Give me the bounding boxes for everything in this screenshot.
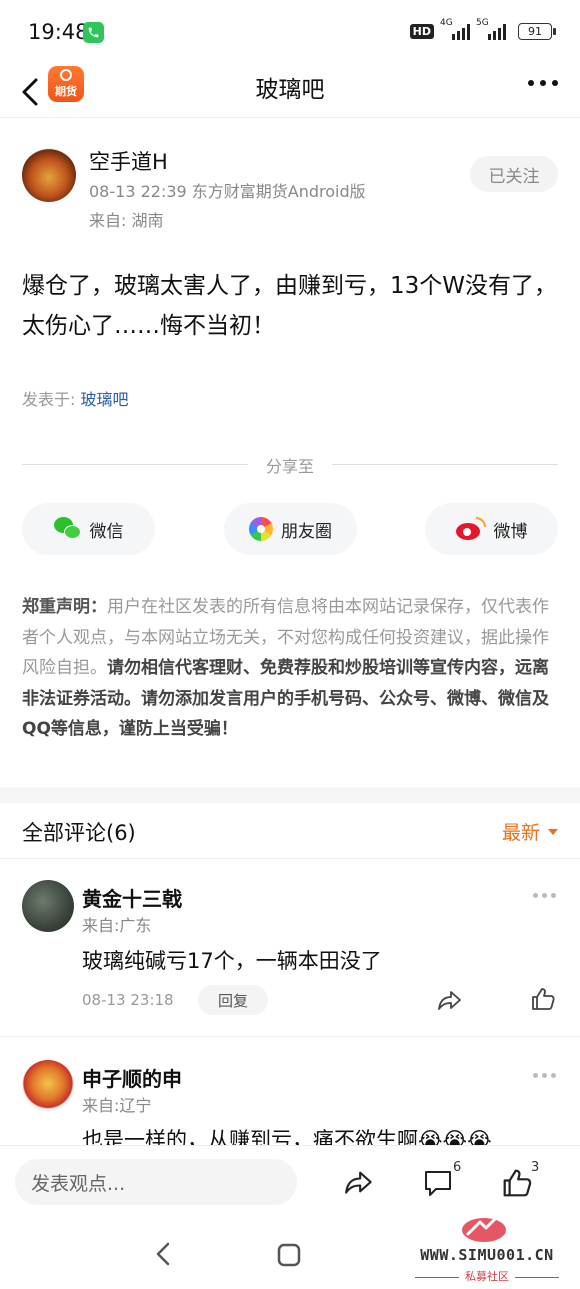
post-meta: 08-13 22:39 东方财富期货Android版 [89,182,366,201]
system-home-icon[interactable] [277,1243,301,1267]
disclaimer: 郑重声明：用户在社区发表的所有信息将由本网站记录保存，仅代表作者个人观点，与本网… [22,592,560,745]
disclaimer-label: 郑重声明： [22,597,107,617]
wechat-icon [53,517,82,541]
post-origin-prefix: 发表于: [22,390,81,409]
forum-link[interactable]: 玻璃吧 [80,390,128,409]
author-avatar[interactable] [22,148,76,202]
system-back-icon[interactable] [153,1241,175,1267]
share-moments-button[interactable]: 朋友圈 [224,503,357,555]
share-divider: 分享至 [22,453,558,476]
moments-icon [249,517,273,541]
commenter-name[interactable]: 申子顺的申 [82,1063,182,1092]
post-origin: 发表于: 玻璃吧 [22,386,129,410]
comment-time: 08-13 23:18 [82,991,174,1009]
comment-icon[interactable] [423,1168,453,1198]
author-name[interactable]: 空手道H [89,146,168,176]
like-count-badge: 3 [531,1160,540,1175]
sort-label: 最新 [501,822,540,844]
comment-more-icon[interactable] [533,893,556,898]
status-indicators: HD 4G 5G 91 [409,18,556,40]
share-weibo-label: 微博 [493,521,528,542]
share-wechat-button[interactable]: 微信 [22,503,155,555]
caret-down-icon [548,828,558,835]
share-icon[interactable] [343,1168,375,1196]
share-wechat-label: 微信 [89,521,124,542]
comment-more-icon[interactable] [533,1073,556,1078]
comment-input[interactable]: 发表观点... [15,1159,297,1205]
like-icon[interactable] [501,1167,533,1199]
comment-count-badge: 6 [453,1160,462,1175]
reply-button[interactable]: 回复 [198,985,268,1015]
weibo-icon [455,517,486,541]
signal-5g-icon: 5G [476,18,506,40]
section-gap [0,787,580,803]
comment-divider [0,1036,580,1037]
comment-like-icon[interactable] [530,986,556,1012]
battery-level: 91 [528,24,542,38]
commenter-location: 来自:辽宁 [82,1096,152,1115]
status-time: 19:48 [28,20,89,44]
post-author: 空手道H 08-13 22:39 东方财富期货Android版 来自: 湖南 已… [22,146,558,236]
post-content: 爆仓了，玻璃太害人了，由赚到亏，13个W没有了，太伤心了……悔不当初！ [22,273,558,339]
nav-bar: 期货 玻璃吧 [0,64,580,118]
signal-4g-icon: 4G [440,18,470,40]
phone-call-icon [83,22,104,43]
commenter-name[interactable]: 黄金十三戟 [82,883,182,912]
status-bar: 19:48 HD 4G 5G 91 [0,0,580,64]
commenter-avatar[interactable] [22,1060,74,1112]
watermark-subtitle: 私募社区 [402,1268,572,1284]
commenter-avatar[interactable] [22,880,74,932]
watermark-logo-icon [462,1210,506,1242]
commenter-location: 来自:广东 [82,916,152,935]
share-weibo-button[interactable]: 微博 [425,503,558,555]
share-moments-label: 朋友圈 [281,521,332,542]
follow-button[interactable]: 已关注 [470,156,558,192]
comments-title: 全部评论(6) [22,821,136,845]
comments-header: 全部评论(6) 最新 [0,803,580,859]
comment-share-icon[interactable] [437,988,463,1012]
page-title: 玻璃吧 [255,77,325,103]
author-location: 来自: 湖南 [89,211,164,230]
watermark-text: WWW.SIMU001.CN [420,1246,554,1264]
battery-icon: 91 [518,22,556,40]
share-label: 分享至 [265,457,314,476]
site-watermark: WWW.SIMU001.CN 私募社区 [402,1206,572,1286]
hd-badge: HD [409,23,434,39]
sort-dropdown[interactable]: 最新 [502,818,558,845]
more-options-icon[interactable] [528,80,558,86]
comment-text: 玻璃纯碱亏17个，一辆本田没了 [82,949,382,973]
